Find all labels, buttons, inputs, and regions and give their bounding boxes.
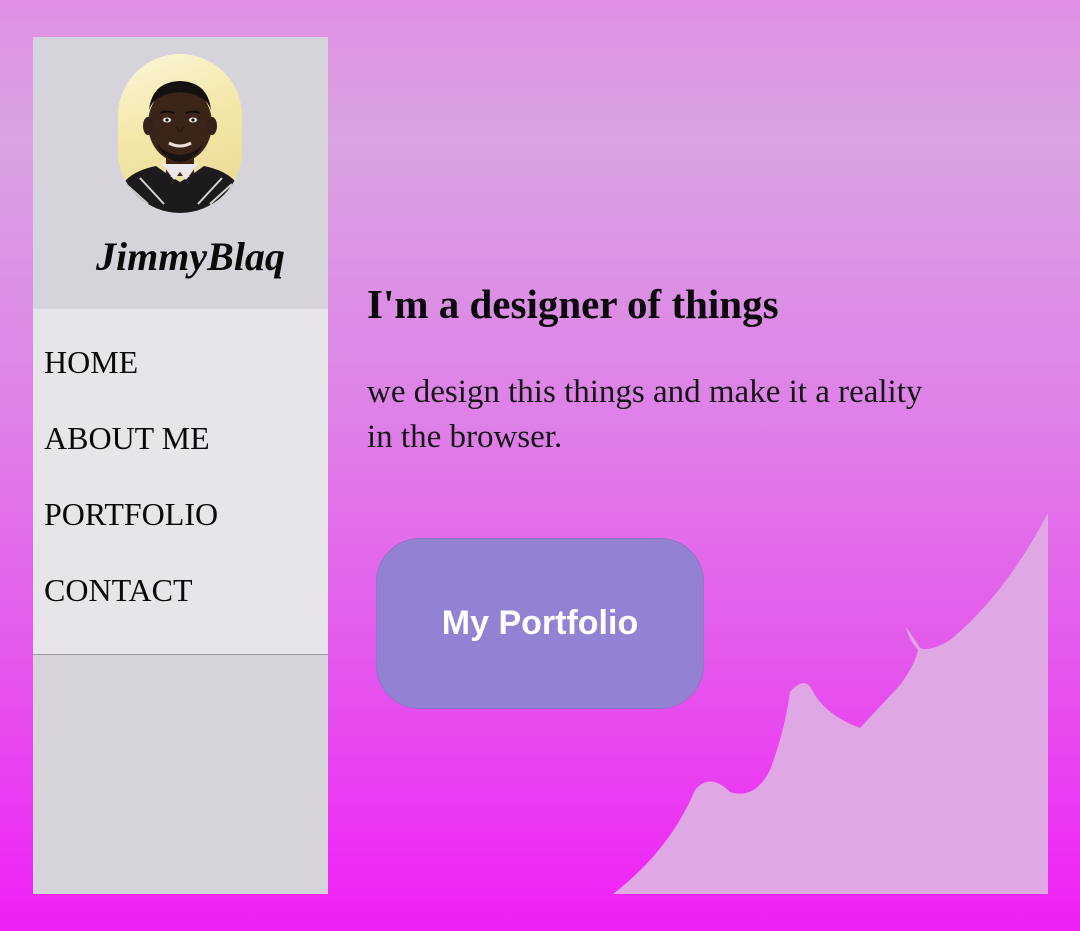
sidebar: JimmyBlaq HOME ABOUT ME PORTFOLIO CONTAC… xyxy=(33,37,328,894)
person-portrait-icon xyxy=(118,81,242,213)
nav-item-about-me[interactable]: ABOUT ME xyxy=(33,395,328,481)
nav-item-home[interactable]: HOME xyxy=(33,319,328,405)
profile-card: JimmyBlaq xyxy=(33,37,328,309)
nav-item-contact[interactable]: CONTACT xyxy=(33,547,328,633)
hero-title: I'm a designer of things xyxy=(367,281,779,327)
brand-name: JimmyBlaq xyxy=(96,234,285,279)
nav-item-portfolio[interactable]: PORTFOLIO xyxy=(33,471,328,557)
decorative-wave-shape xyxy=(613,513,1048,894)
main-nav: HOME ABOUT ME PORTFOLIO CONTACT xyxy=(33,309,328,655)
hero-text: we design this things and make it a real… xyxy=(367,374,923,455)
avatar xyxy=(118,54,242,213)
